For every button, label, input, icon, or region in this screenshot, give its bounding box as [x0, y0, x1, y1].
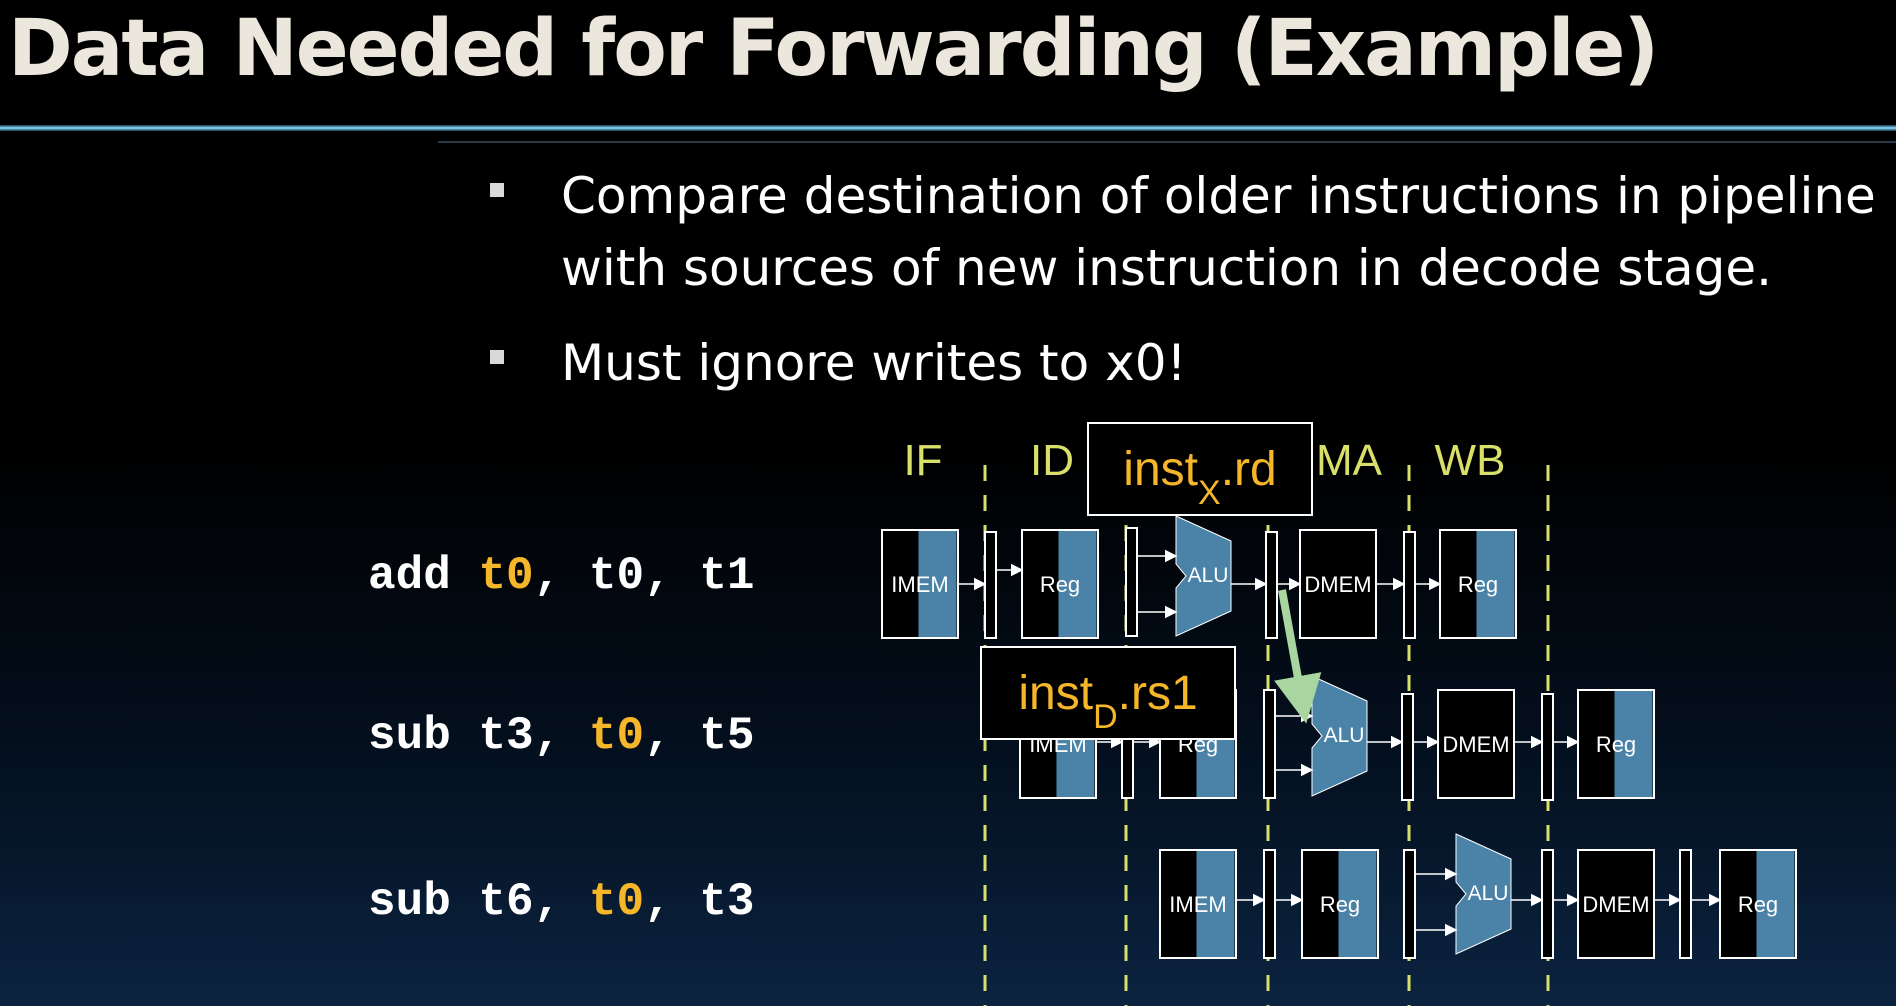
reg-label: Reg: [1458, 572, 1498, 597]
alu-label: ALU: [1468, 882, 1509, 905]
alu-label: ALU: [1188, 564, 1229, 587]
pipeline-register: [1263, 689, 1276, 799]
dmem-label: DMEM: [1442, 732, 1509, 757]
reg-label: Reg: [1596, 732, 1636, 757]
pipeline-register: [984, 531, 997, 639]
pipeline-register: [1541, 693, 1554, 801]
reg-label: Reg: [1040, 572, 1080, 597]
pipeline-register: [1403, 849, 1416, 959]
stage-label-if: IF: [903, 436, 942, 485]
reg-label: Reg: [1738, 892, 1778, 917]
imem-label: IMEM: [1169, 892, 1226, 917]
stage-label-id: ID: [1030, 436, 1074, 485]
alu-label: ALU: [1324, 724, 1365, 747]
stage-label-ma: MA: [1316, 436, 1383, 485]
pipeline-register: [1541, 849, 1554, 959]
reg-label: Reg: [1320, 892, 1360, 917]
pipeline-register: [1403, 531, 1416, 639]
pipeline-register: [1401, 693, 1414, 801]
pipeline-register: [1265, 531, 1278, 639]
dmem-label: DMEM: [1582, 892, 1649, 917]
pipeline-register: [1263, 849, 1276, 959]
pipeline-register: [1679, 849, 1692, 959]
stage-label-wb: WB: [1435, 436, 1506, 485]
dmem-label: DMEM: [1304, 572, 1371, 597]
pipeline-register: [1125, 527, 1138, 637]
pipeline-diagram: IFIDEXMAWBIMEMRegALUDMEMRegIMEMRegALUDME…: [881, 422, 1797, 1006]
imem-label: IMEM: [891, 572, 948, 597]
